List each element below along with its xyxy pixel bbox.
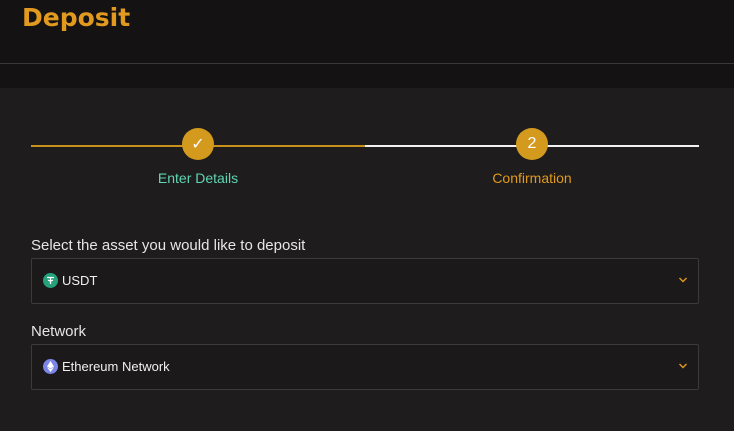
tether-icon (43, 273, 58, 288)
network-select-value: Ethereum Network (62, 359, 170, 374)
asset-select-value: USDT (62, 273, 98, 288)
step-2-label: Confirmation (492, 170, 572, 186)
asset-field-label: Select the asset you would like to depos… (31, 237, 306, 254)
chevron-down-icon (679, 363, 687, 369)
page-header: Deposit (0, 0, 734, 64)
network-select[interactable]: Ethereum Network (31, 344, 699, 390)
asset-select[interactable]: USDT (31, 258, 699, 304)
page-title: Deposit (22, 3, 131, 32)
step-2-marker: 2 (516, 128, 548, 160)
ethereum-icon (43, 359, 58, 374)
chevron-down-icon (679, 277, 687, 283)
network-field-label: Network (31, 323, 87, 340)
deposit-card: ✓ 2 Enter Details Confirmation Select th… (0, 88, 734, 431)
step-1-marker: ✓ (182, 128, 214, 160)
step-1-label: Enter Details (157, 170, 239, 186)
